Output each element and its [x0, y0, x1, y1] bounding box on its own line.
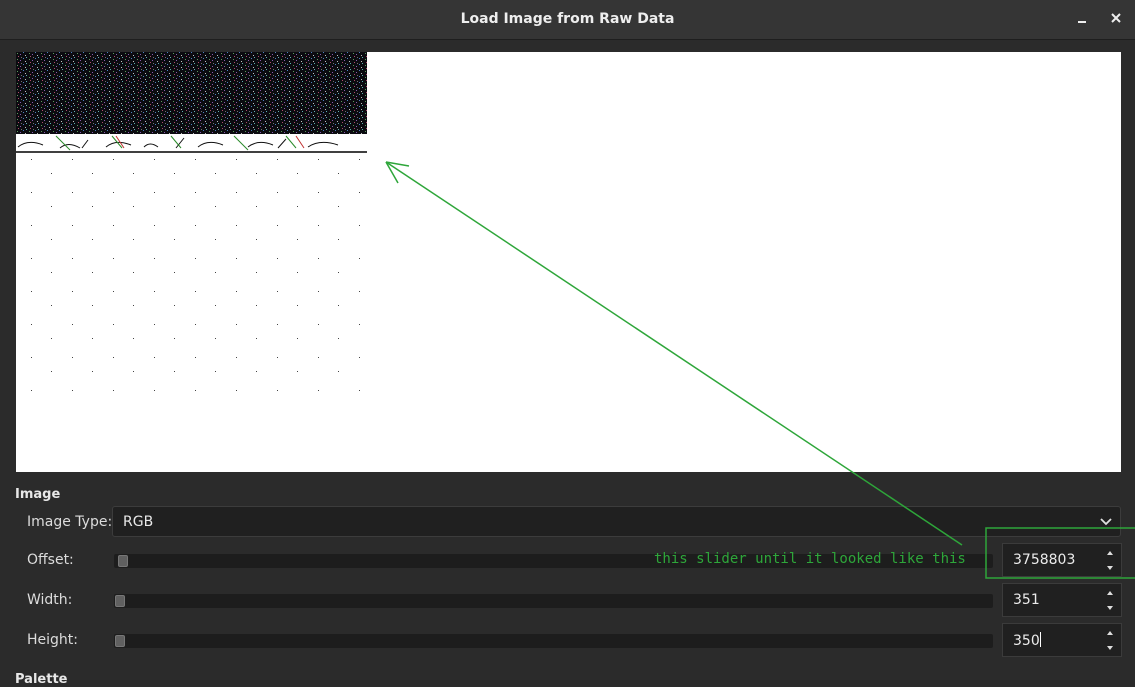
image-section-title: Image: [15, 487, 61, 502]
minimize-button[interactable]: [1071, 8, 1093, 30]
height-value-wrap: 350: [1013, 632, 1041, 649]
spin-up-icon[interactable]: [1105, 628, 1115, 638]
height-slider-handle[interactable]: [115, 635, 125, 647]
image-type-value: RGB: [123, 514, 154, 530]
image-type-label: Image Type:: [27, 514, 113, 530]
offset-slider-handle[interactable]: [118, 555, 128, 567]
width-value: 351: [1013, 592, 1040, 608]
window-title: Load Image from Raw Data: [460, 11, 675, 27]
width-slider-handle[interactable]: [115, 595, 125, 607]
spin-down-icon[interactable]: [1105, 563, 1115, 573]
height-value: 350: [1013, 633, 1040, 649]
palette-section-title: Palette: [15, 672, 68, 687]
spin-down-icon[interactable]: [1105, 603, 1115, 613]
image-preview: [16, 52, 1121, 472]
chevron-down-icon: [1100, 518, 1112, 526]
close-button[interactable]: [1105, 8, 1127, 30]
minimize-icon: [1078, 21, 1086, 23]
height-slider[interactable]: [114, 634, 993, 648]
width-label: Width:: [27, 592, 73, 608]
text-caret: [1039, 632, 1041, 647]
width-slider[interactable]: [114, 594, 993, 608]
image-type-combo[interactable]: RGB: [112, 506, 1121, 537]
spin-up-icon[interactable]: [1105, 548, 1115, 558]
height-label: Height:: [27, 632, 78, 648]
width-spinbox[interactable]: 351: [1002, 583, 1122, 617]
spin-down-icon[interactable]: [1105, 643, 1115, 653]
offset-value: 3758803: [1013, 552, 1076, 568]
spin-up-icon[interactable]: [1105, 588, 1115, 598]
height-spinbox[interactable]: 350: [1002, 623, 1122, 657]
offset-spinbox[interactable]: 3758803: [1002, 543, 1122, 577]
title-bar: Load Image from Raw Data: [0, 0, 1135, 40]
annotation-text: this slider until it looked like this: [654, 551, 966, 567]
offset-label: Offset:: [27, 552, 74, 568]
raw-image-preview: [16, 52, 367, 402]
close-icon: [1111, 13, 1121, 23]
